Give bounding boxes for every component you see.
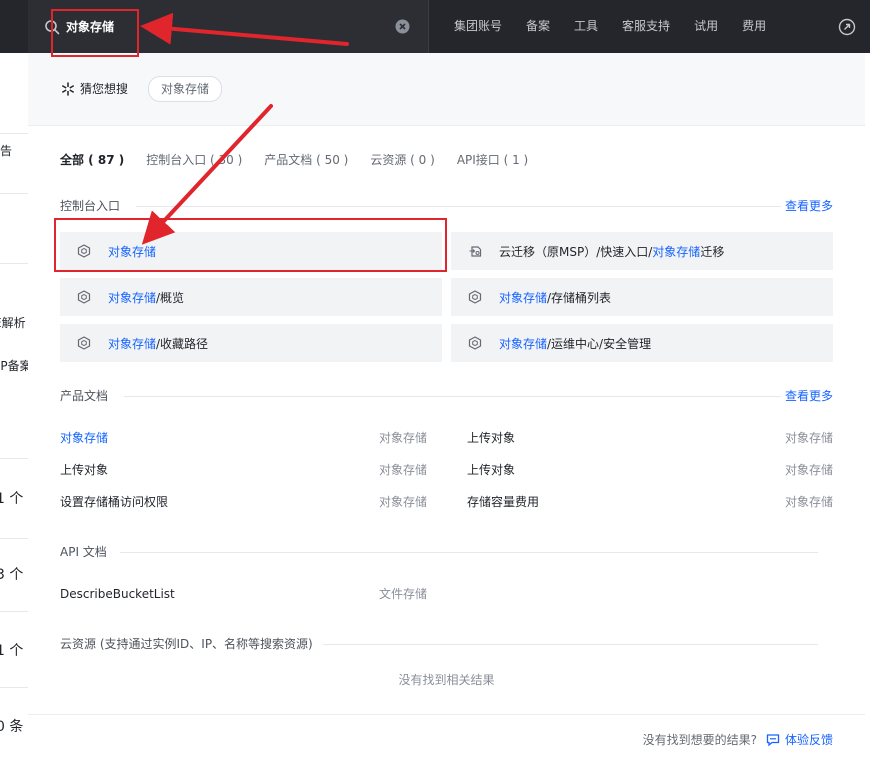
console-item-prefix: 云迁移（原MSP）/快速入口/	[499, 244, 653, 259]
nav-tools[interactable]: 工具	[562, 0, 610, 53]
search-input[interactable]: 对象存储	[66, 18, 114, 36]
console-result-item[interactable]: 对象存储/运维中心/安全管理	[451, 324, 833, 362]
api-result-category: 文件存储	[378, 587, 427, 601]
bg-fragment: 1 个	[0, 643, 24, 659]
console-result-item[interactable]: 云迁移（原MSP）/快速入口/对象存储迁移	[451, 232, 833, 270]
top-left-strip	[0, 0, 28, 53]
bg-fragment: E解析	[0, 316, 26, 330]
doc-result-title[interactable]: 上传对象	[467, 429, 515, 447]
console-item-highlight: 对象存储	[652, 244, 701, 259]
search-icon	[45, 20, 60, 35]
help-circle-icon[interactable]	[838, 18, 856, 36]
nav-support[interactable]: 客服支持	[610, 0, 682, 53]
console-view-more-link[interactable]: 查看更多	[785, 197, 833, 215]
console-item-suffix: /存储桶列表	[547, 290, 612, 305]
top-divider	[428, 0, 429, 53]
doc-result-category: 对象存储	[378, 463, 427, 477]
resources-section-title: 云资源 (支持通过实例ID、IP、名称等搜索资源)	[60, 637, 313, 651]
background-page-right	[865, 53, 870, 759]
docs-view-more-link[interactable]: 查看更多	[785, 387, 833, 405]
console-result-item[interactable]: 对象存储/概览	[60, 278, 442, 316]
console-item-suffix: /收藏路径	[156, 336, 209, 351]
docs-section-title: 产品文档	[60, 389, 109, 403]
bg-divider	[0, 611, 28, 612]
console-item-highlight: 对象存储	[499, 336, 548, 351]
top-nav-links: 集团账号 备案 工具 客服支持 试用 费用	[442, 0, 778, 53]
cloud-migrate-icon	[469, 246, 482, 257]
console-item-highlight: 对象存储	[108, 290, 157, 305]
result-tabs: 全部 ( 87 ) 控制台入口 ( 30 ) 产品文档 ( 50 ) 云资源 (…	[60, 151, 550, 169]
tab-docs[interactable]: 产品文档 ( 50 )	[264, 151, 348, 169]
background-page-left: 告 E解析 CP备案 1 个 3 个 1 个 0 条	[0, 53, 32, 759]
bg-divider	[0, 263, 28, 264]
suggestion-label: 猜您想搜	[80, 82, 129, 96]
nav-group-account[interactable]: 集团账号	[442, 0, 514, 53]
bg-fragment: 1 个	[0, 491, 24, 507]
tab-all[interactable]: 全部 ( 87 )	[60, 151, 124, 169]
console-item-suffix: /概览	[156, 290, 185, 305]
bg-divider	[0, 538, 28, 539]
cube-icon	[468, 336, 482, 350]
panel-footer: 没有找到想要的结果? 体验反馈	[28, 714, 865, 759]
nav-trial[interactable]: 试用	[682, 0, 730, 53]
bg-fragment: 0 条	[0, 719, 24, 735]
suggestion-bar: 猜您想搜 对象存储	[28, 53, 865, 126]
console-item-highlight: 对象存储	[499, 290, 548, 305]
cube-icon	[77, 290, 91, 304]
doc-result-category: 对象存储	[784, 463, 833, 477]
console-item-suffix: /运维中心/安全管理	[547, 336, 652, 351]
doc-result-category: 对象存储	[378, 495, 427, 509]
tab-console[interactable]: 控制台入口 ( 30 )	[146, 151, 242, 169]
feedback-link[interactable]: 体验反馈	[766, 731, 833, 749]
bg-divider	[0, 193, 28, 194]
console-result-item[interactable]: 对象存储/存储桶列表	[451, 278, 833, 316]
doc-result-title[interactable]: 对象存储	[60, 429, 108, 447]
bg-fragment: 3 个	[0, 567, 24, 583]
console-section-title: 控制台入口	[60, 199, 121, 213]
section-divider	[136, 206, 781, 207]
footer-message: 没有找到想要的结果?	[642, 733, 757, 747]
clear-search-icon[interactable]	[395, 19, 410, 34]
cube-icon	[77, 336, 91, 350]
feedback-icon	[766, 734, 780, 747]
doc-result-category: 对象存储	[378, 431, 427, 445]
bg-divider	[0, 458, 28, 459]
bg-divider	[0, 133, 28, 134]
suggestion-chip[interactable]: 对象存储	[148, 76, 223, 102]
console-result-item[interactable]: 对象存储	[60, 232, 442, 270]
console-item-highlight: 对象存储	[108, 336, 157, 351]
section-divider	[124, 396, 781, 397]
doc-result-title[interactable]: 上传对象	[60, 461, 108, 479]
console-item-highlight: 对象存储	[108, 244, 157, 259]
doc-result-category: 对象存储	[784, 495, 833, 509]
tab-resources[interactable]: 云资源 ( 0 )	[370, 151, 434, 169]
bg-divider	[0, 687, 28, 688]
section-divider	[120, 552, 818, 553]
cube-icon	[77, 244, 91, 258]
search-results-panel: 猜您想搜 对象存储 全部 ( 87 ) 控制台入口 ( 30 ) 产品文档 ( …	[28, 53, 865, 759]
nav-billing[interactable]: 费用	[730, 0, 778, 53]
bg-fragment: 告	[0, 144, 13, 158]
nav-filing[interactable]: 备案	[514, 0, 562, 53]
top-navigation-bar: 对象存储 集团账号 备案 工具 客服支持 试用 费用	[0, 0, 870, 53]
api-section-title: API 文档	[60, 545, 107, 559]
bg-fragment: CP备案	[0, 359, 32, 373]
no-results-message: 没有找到相关结果	[398, 673, 495, 687]
tab-api[interactable]: API接口 ( 1 )	[457, 151, 528, 169]
sparkle-icon	[62, 82, 74, 96]
doc-result-title[interactable]: 设置存储桶访问权限	[60, 493, 168, 511]
doc-result-title[interactable]: 上传对象	[467, 461, 515, 479]
cube-icon	[468, 290, 482, 304]
console-item-suffix: 迁移	[700, 244, 725, 259]
doc-result-category: 对象存储	[784, 431, 833, 445]
section-divider	[323, 644, 818, 645]
api-result-title[interactable]: DescribeBucketList	[60, 585, 175, 603]
doc-result-title[interactable]: 存储容量费用	[467, 493, 539, 511]
console-result-item[interactable]: 对象存储/收藏路径	[60, 324, 442, 362]
feedback-label: 体验反馈	[784, 733, 833, 747]
